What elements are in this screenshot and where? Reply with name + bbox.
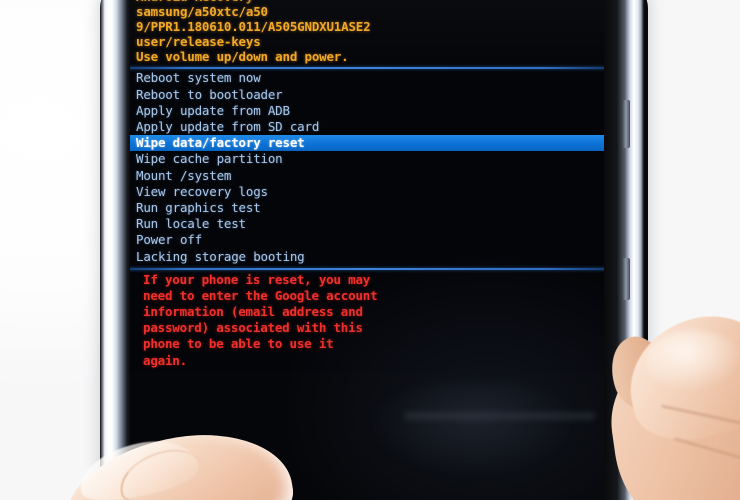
recovery-header: Android Recovery samsung/a50xtc/a50 9/PP…	[127, 0, 605, 64]
menu-item-lacking-storage-booting[interactable]: Lacking storage booting	[136, 249, 605, 265]
warning-line: again.	[143, 352, 187, 368]
menu-item-power-off[interactable]: Power off	[136, 232, 605, 248]
warning-line: If your phone is reset, you may	[143, 271, 371, 287]
header-line-instructions: Use volume up/down and power.	[136, 49, 349, 65]
warning-line: information (email address and	[143, 304, 363, 320]
header-line-build: 9/PPR1.180610.011/A505GNDXU1ASE2	[136, 19, 371, 35]
phone-left-bezel-highlight	[106, 0, 115, 500]
google-account-warning: If your phone is reset, you may need to …	[127, 270, 605, 369]
warning-line: need to enter the Google account	[143, 287, 378, 303]
volume-button[interactable]	[622, 258, 630, 300]
phone-left-bezel	[100, 0, 130, 500]
menu-item-run-graphics-test[interactable]: Run graphics test	[136, 200, 605, 216]
phone-right-bezel	[604, 0, 644, 500]
menu-item-apply-update-from-adb[interactable]: Apply update from ADB	[136, 103, 605, 119]
phone-screen[interactable]: Android Recovery samsung/a50xtc/a50 9/PP…	[127, 0, 605, 500]
header-line-device: samsung/a50xtc/a50	[136, 4, 268, 20]
menu-item-mount-system[interactable]: Mount /system	[136, 168, 605, 184]
menu-item-reboot-system-now[interactable]: Reboot system now	[136, 70, 605, 86]
header-line-clipped: Android Recovery	[136, 0, 605, 4]
menu-item-run-locale-test[interactable]: Run locale test	[136, 216, 605, 232]
power-button[interactable]	[622, 100, 630, 148]
screenshot-scene: Android Recovery samsung/a50xtc/a50 9/PP…	[0, 0, 740, 500]
warning-line: password) associated with this	[143, 320, 363, 336]
screen-reflection-streak	[405, 412, 595, 420]
recovery-menu[interactable]: Reboot system now Reboot to bootloader A…	[127, 69, 605, 264]
warning-line: phone to be able to use it	[143, 336, 334, 352]
menu-item-reboot-to-bootloader[interactable]: Reboot to bootloader	[136, 87, 605, 103]
menu-item-view-recovery-logs[interactable]: View recovery logs	[136, 184, 605, 200]
recovery-console: Android Recovery samsung/a50xtc/a50 9/PP…	[127, 0, 605, 369]
menu-item-apply-update-from-sd-card[interactable]: Apply update from SD card	[136, 119, 605, 135]
menu-item-wipe-data-factory-reset[interactable]: Wipe data/factory reset	[127, 135, 605, 152]
menu-item-wipe-cache-partition[interactable]: Wipe cache partition	[136, 151, 605, 167]
header-line-keys: user/release-keys	[136, 34, 261, 50]
